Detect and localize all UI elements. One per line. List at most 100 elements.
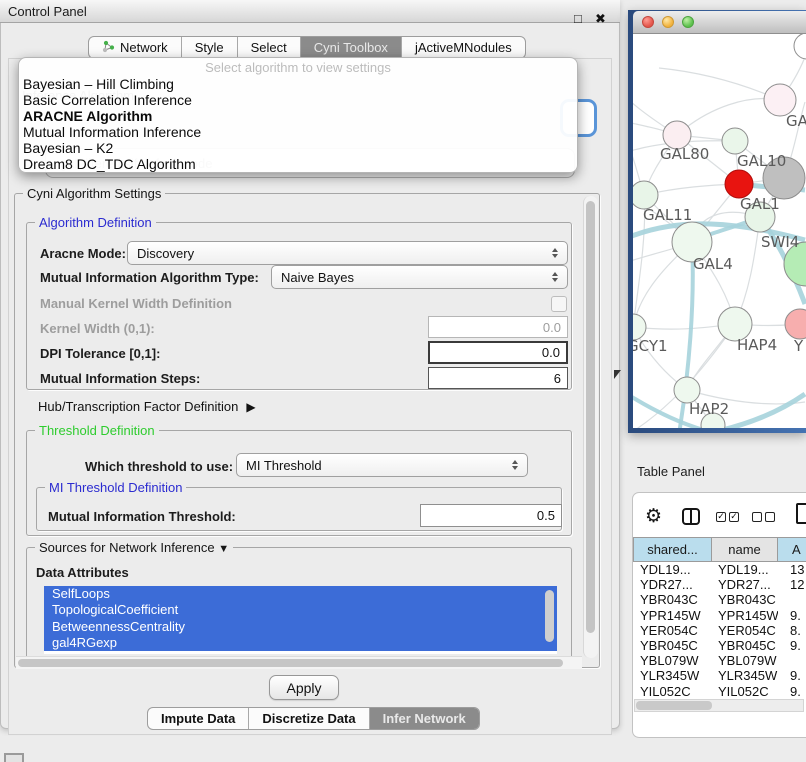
table-row[interactable]: YIL052CYIL052C9. xyxy=(633,684,806,699)
control-panel-tabs: Network Style Select Cyni ToolboxjActiveMNo… xyxy=(88,36,526,59)
network-node[interactable] xyxy=(725,170,753,198)
combo-stepper-icon xyxy=(552,248,558,258)
close-traffic-light-icon[interactable] xyxy=(642,16,654,28)
table-cell: 9. xyxy=(778,668,801,683)
table-row[interactable]: YBR045CYBR045C9. xyxy=(633,638,806,653)
document-icon[interactable] xyxy=(796,503,806,524)
control-panel-titlebar[interactable]: Control Panel xyxy=(0,0,620,23)
aracne-mode-combo[interactable]: Discovery xyxy=(127,241,568,265)
tab-select[interactable]: Select xyxy=(238,37,301,58)
network-node[interactable] xyxy=(633,181,658,209)
network-node-label: GAL10 xyxy=(737,152,786,170)
table-cell: 8. xyxy=(778,623,801,638)
apply-button[interactable]: Apply xyxy=(269,675,339,700)
manual-kernel-checkbox[interactable] xyxy=(551,296,567,312)
checkbox-checked-icon[interactable]: ✓ xyxy=(716,512,726,522)
table-panel-title: Table Panel xyxy=(637,464,705,479)
tab-label: Network xyxy=(120,40,168,55)
tab-infer-network[interactable]: Infer Network xyxy=(370,708,479,729)
settings-vscrollbar-thumb[interactable] xyxy=(586,201,595,633)
tab-label: Discretize Data xyxy=(262,711,355,726)
network-node[interactable] xyxy=(785,309,806,339)
table-row[interactable]: YBR043CYBR043C xyxy=(633,592,806,607)
chevron-down-icon[interactable]: ▼ xyxy=(218,543,229,555)
table-hscrollbar-thumb[interactable] xyxy=(636,701,712,710)
kernel-width-label: Kernel Width (0,1): xyxy=(40,321,155,336)
tab-impute-data[interactable]: Impute Data xyxy=(148,708,249,729)
minimized-panel-icon[interactable] xyxy=(4,753,24,762)
table-cell: YLR345W xyxy=(633,668,712,683)
kernel-width-field[interactable]: 0.0 xyxy=(428,316,568,338)
settings-hscrollbar[interactable] xyxy=(16,656,582,669)
checkbox-checked-icon[interactable]: ✓ xyxy=(729,512,739,522)
table-row[interactable]: YDL19...YDL19...13 xyxy=(633,562,806,577)
close-panel-icon[interactable]: ✖ xyxy=(595,11,606,27)
table-row[interactable]: YLR345WYLR345W9. xyxy=(633,668,806,683)
float-panel-icon[interactable]: □ xyxy=(574,11,582,26)
network-node-label: GAL1 xyxy=(740,195,780,213)
checkbox-unchecked-icon[interactable] xyxy=(752,512,762,522)
algorithm-option-aracne-algorithm[interactable]: ARACNE Algorithm xyxy=(19,108,577,124)
mi-type-combo[interactable]: Naive Bayes xyxy=(271,265,568,289)
dpi-tolerance-field[interactable]: 0.0 xyxy=(428,341,568,364)
tab-style[interactable]: Style xyxy=(182,37,238,58)
split-columns-icon[interactable] xyxy=(682,508,700,525)
network-window-titlebar[interactable] xyxy=(633,11,806,34)
algorithm-option-mutual-information-inference[interactable]: Mutual Information Inference xyxy=(19,124,577,140)
network-view-window: GALGAL80GAL10GAL1GAL11SWI4GAL4GCY1HAP4YH… xyxy=(628,10,806,433)
attribute-item[interactable]: SelfLoops xyxy=(44,586,557,602)
tab-cyni-toolbox[interactable]: Cyni Toolbox xyxy=(301,37,402,58)
hub-definition-disclosure[interactable]: Hub/Transcription Factor Definition ▶ xyxy=(38,399,256,414)
table-cell: 9. xyxy=(778,684,801,699)
tab-label: Select xyxy=(251,40,287,55)
cyni-bottom-tabs: Impute Data Discretize Data Infer Network xyxy=(147,707,480,730)
table-cell: YDL19... xyxy=(633,562,712,577)
network-node-label: GCY1 xyxy=(633,337,668,355)
zoom-traffic-light-icon[interactable] xyxy=(682,16,694,28)
which-threshold-combo[interactable]: MI Threshold xyxy=(236,453,528,477)
minimize-traffic-light-icon[interactable] xyxy=(662,16,674,28)
mi-steps-field[interactable]: 6 xyxy=(428,367,568,389)
column-header-name[interactable]: name xyxy=(711,537,778,562)
attribute-item[interactable]: TopologicalCoefficient xyxy=(44,602,557,618)
table-cell: YLR345W xyxy=(712,668,778,683)
algorithm-option-basic-correlation-inference[interactable]: Basic Correlation Inference xyxy=(19,92,577,108)
mi-type-value: Naive Bayes xyxy=(281,270,354,285)
table-cell: YIL052C xyxy=(633,684,712,699)
network-node[interactable] xyxy=(722,128,748,154)
column-header-partial[interactable]: A xyxy=(777,537,806,562)
data-attributes-list[interactable]: SelfLoopsTopologicalCoefficientBetweenne… xyxy=(44,586,557,654)
tab-discretize-data[interactable]: Discretize Data xyxy=(249,708,369,729)
combo-stepper-icon xyxy=(552,272,558,282)
network-node[interactable] xyxy=(794,34,806,59)
table-cell: YBR045C xyxy=(712,638,778,653)
table-cell: YDL19... xyxy=(712,562,778,577)
settings-vscrollbar[interactable] xyxy=(583,196,598,658)
table-row[interactable]: YER054CYER054C8. xyxy=(633,623,806,638)
table-cell: YBL079W xyxy=(633,653,712,668)
tab-network[interactable]: Network xyxy=(89,37,182,58)
gear-icon[interactable]: ⚙ xyxy=(645,505,662,528)
settings-hscrollbar-thumb[interactable] xyxy=(18,659,563,667)
attribute-item[interactable]: gal4RGexp xyxy=(44,635,557,651)
mi-threshold-group-title: MI Threshold Definition xyxy=(45,480,186,495)
attributes-vscrollbar-thumb[interactable] xyxy=(545,590,554,642)
column-header-shared-name[interactable]: shared... xyxy=(633,537,712,562)
table-body: YDL19...YDL19...13YDR27...YDR27...12YBR0… xyxy=(633,562,806,699)
algorithm-option-dream8-dc-tdc-algorithm[interactable]: Dream8 DC_TDC Algorithm xyxy=(19,156,577,172)
table-row[interactable]: YPR145WYPR145W9. xyxy=(633,608,806,623)
apply-button-label: Apply xyxy=(286,680,321,696)
algorithm-option-bayesian-hill-climbing[interactable]: Bayesian – Hill Climbing xyxy=(19,76,577,92)
tab-jactivemnodules[interactable]: jActiveMNodules xyxy=(402,37,525,58)
network-node-label: SWI4 xyxy=(761,233,799,251)
network-node-label: GAL4 xyxy=(693,255,733,273)
screen: Control Panel □ ✖ Network Style Select Cyni… xyxy=(0,0,806,762)
network-canvas[interactable]: GALGAL80GAL10GAL1GAL11SWI4GAL4GCY1HAP4YH… xyxy=(633,34,806,428)
algorithm-option-bayesian-k2[interactable]: Bayesian – K2 xyxy=(19,140,577,156)
table-cell: YBR045C xyxy=(633,638,712,653)
checkbox-unchecked-icon[interactable] xyxy=(765,512,775,522)
table-row[interactable]: YDR27...YDR27...12 xyxy=(633,577,806,592)
table-row[interactable]: YBL079WYBL079W xyxy=(633,653,806,668)
attribute-item[interactable]: BetweennessCentrality xyxy=(44,619,557,635)
mi-threshold-field[interactable]: 0.5 xyxy=(420,504,562,527)
